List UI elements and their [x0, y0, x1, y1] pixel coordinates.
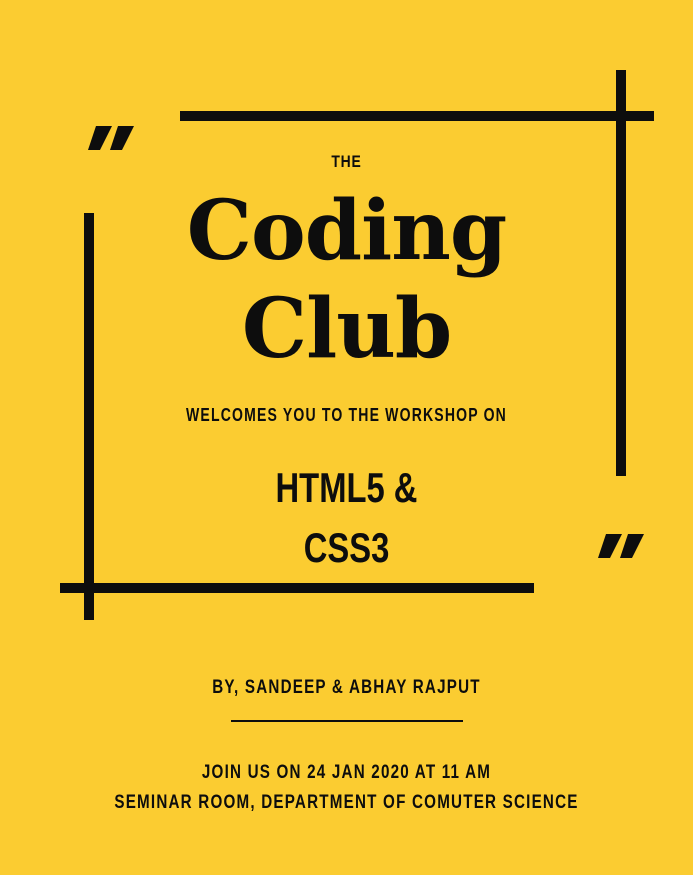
frame-bottom-bar	[60, 583, 534, 593]
poster: THE Coding Club WELCOMES YOU TO THE WORK…	[0, 0, 693, 875]
workshop-topic-line-1: HTML5 &	[275, 464, 418, 511]
event-date: JOIN US ON 24 JAN 2020 AT 11 AM	[201, 762, 492, 783]
workshop-subtitle: WELCOMES YOU TO THE WORKSHOP ON	[186, 405, 507, 425]
workshop-topic-line-2: CSS3	[303, 524, 390, 571]
event-venue: SEMINAR ROOM, DEPARTMENT OF COMUTER SCIE…	[114, 792, 579, 813]
title-prefix: THE	[331, 152, 362, 171]
club-title-line-2: Club	[241, 281, 452, 377]
frame-right-bar	[616, 70, 626, 476]
divider-line	[231, 720, 463, 722]
organizers-byline: BY, SANDEEP & ABHAY RAJPUT	[212, 677, 481, 698]
frame-top-bar	[180, 111, 654, 121]
club-title-line-1: Coding	[186, 183, 507, 279]
open-quote-icon	[88, 124, 136, 152]
